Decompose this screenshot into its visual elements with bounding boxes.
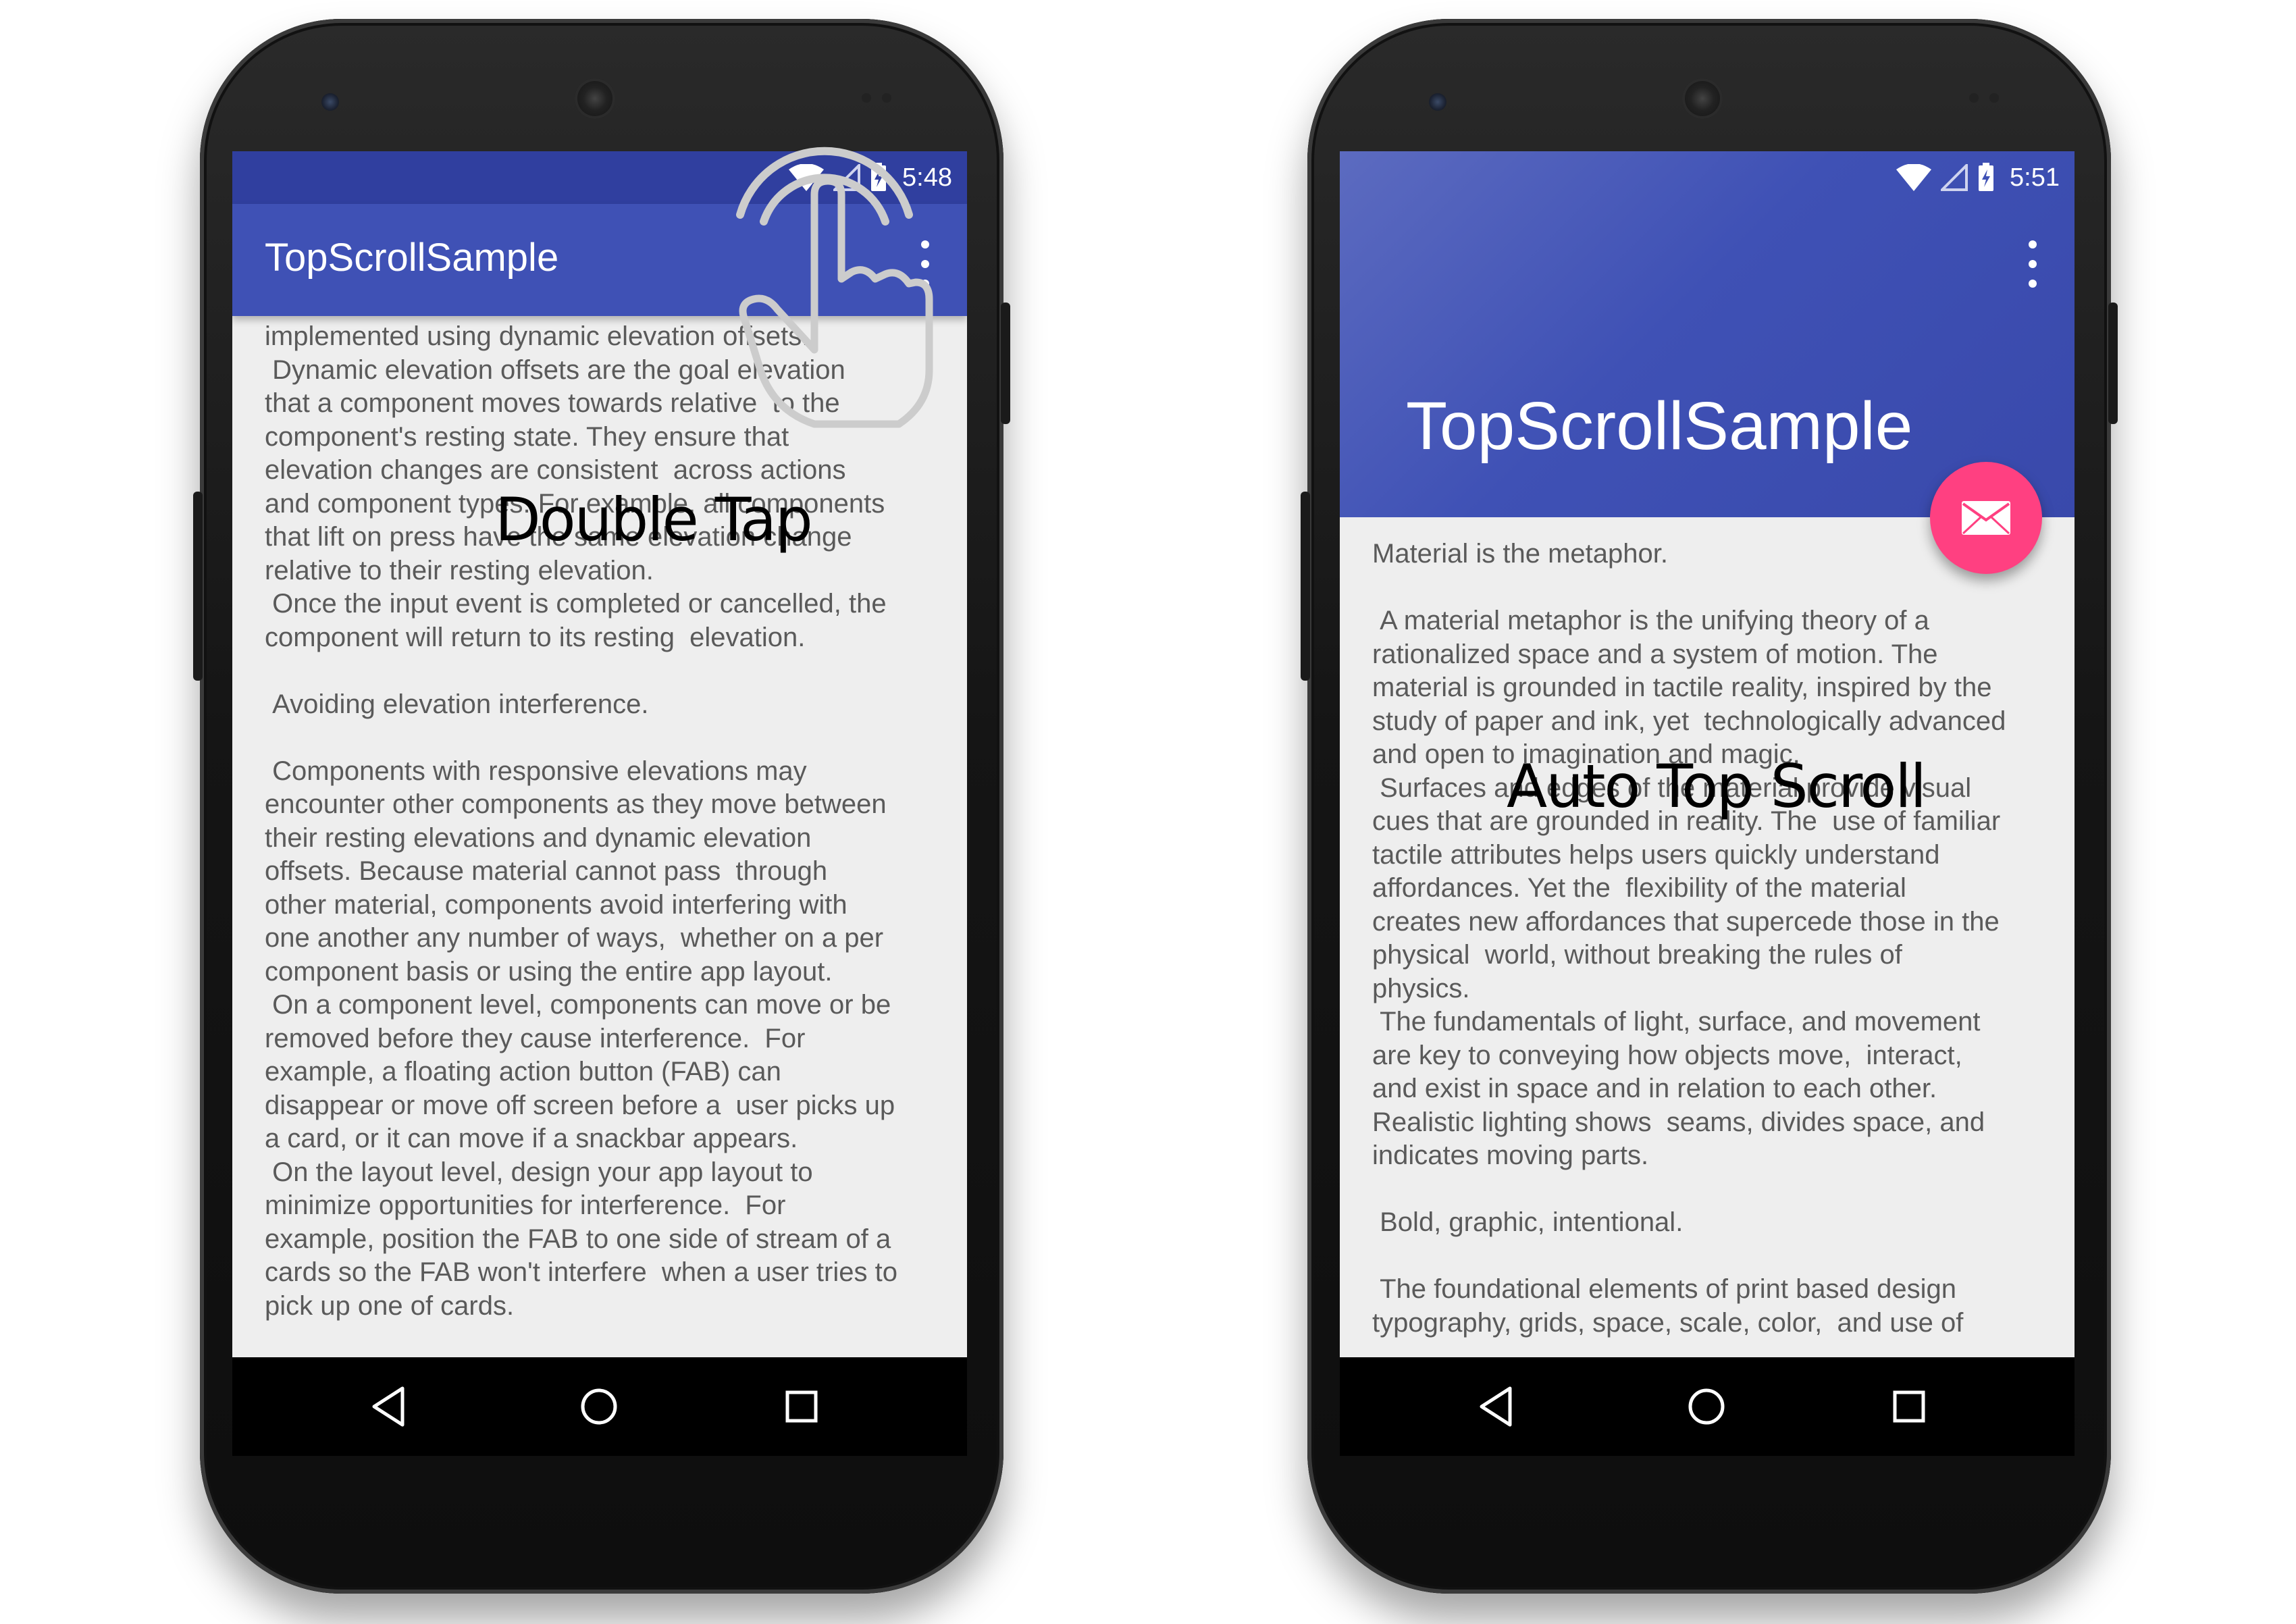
tap-hand-icon bbox=[736, 147, 933, 428]
wifi-icon bbox=[1896, 164, 1932, 191]
fab-mail-button[interactable] bbox=[1930, 462, 2042, 574]
recents-icon[interactable] bbox=[779, 1384, 824, 1429]
mail-icon bbox=[1962, 501, 2010, 535]
home-icon[interactable] bbox=[1684, 1384, 1729, 1429]
power-button bbox=[2108, 303, 2118, 424]
gesture-label: Double Tap bbox=[495, 485, 813, 554]
light-sensor bbox=[1989, 93, 1999, 103]
signal-icon bbox=[1941, 164, 1968, 191]
back-icon[interactable] bbox=[1475, 1384, 1519, 1429]
power-button bbox=[1001, 303, 1010, 424]
collapsing-app-bar: 5:51 TopScrollSample bbox=[1340, 151, 2075, 517]
volume-button bbox=[1301, 492, 1310, 681]
battery-charging-icon bbox=[1979, 163, 1994, 191]
navigation-bar bbox=[1340, 1357, 2075, 1456]
status-bar: 5:51 bbox=[1340, 151, 2075, 204]
article-text: implemented using dynamic elevation offs… bbox=[265, 321, 897, 1321]
expanded-title: TopScrollSample bbox=[1406, 388, 1913, 464]
overflow-menu-icon[interactable] bbox=[2025, 240, 2041, 288]
front-camera bbox=[1429, 93, 1446, 111]
gesture-label: Auto Top Scroll bbox=[1507, 752, 1927, 821]
proximity-sensor bbox=[1969, 93, 1979, 103]
left-phone-device: implemented using dynamic elevation offs… bbox=[193, 19, 1010, 1594]
light-sensor bbox=[882, 93, 891, 103]
home-icon[interactable] bbox=[577, 1384, 621, 1429]
toolbar-title: TopScrollSample bbox=[265, 236, 559, 280]
earpiece-speaker bbox=[1682, 78, 1723, 119]
proximity-sensor bbox=[862, 93, 871, 103]
earpiece-speaker bbox=[575, 78, 615, 119]
status-time: 5:51 bbox=[2010, 163, 2060, 192]
article-text: Material is the metaphor. A material met… bbox=[1372, 539, 2006, 1338]
front-camera bbox=[321, 93, 339, 111]
right-phone-device: Material is the metaphor. A material met… bbox=[1301, 19, 2118, 1594]
back-icon[interactable] bbox=[367, 1384, 412, 1429]
recents-icon[interactable] bbox=[1887, 1384, 1931, 1429]
navigation-bar bbox=[232, 1357, 967, 1456]
volume-button bbox=[193, 492, 203, 681]
